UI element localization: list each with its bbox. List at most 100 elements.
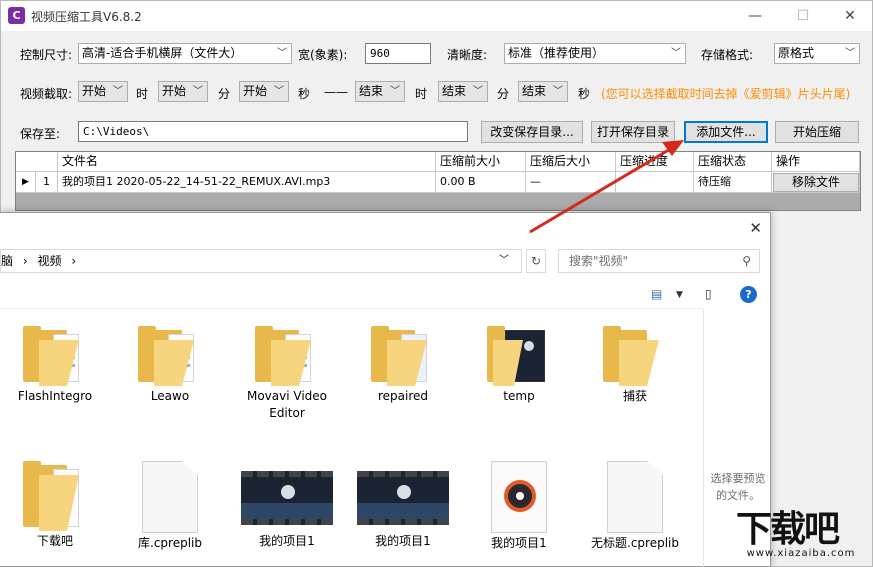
search-icon[interactable]: ⚲: [742, 250, 751, 272]
breadcrumb-videos[interactable]: 视频: [37, 254, 61, 268]
file-item-label: 捕获: [622, 389, 647, 403]
width-label: 宽(象素):: [298, 48, 348, 62]
chevron-down-icon: ﹀: [390, 86, 400, 97]
chevron-down-icon: ﹀: [845, 48, 855, 59]
start-hour-select[interactable]: 开始 ﹀: [78, 81, 128, 102]
search-input[interactable]: 搜索"视频" ⚲: [558, 249, 760, 273]
hour-label-2: 时: [415, 87, 428, 101]
start-hour-value: 开始: [82, 84, 107, 98]
view-mode-icon[interactable]: ▤: [651, 287, 662, 301]
file-item-cpreplib[interactable]: 库.cpreplib: [120, 461, 220, 552]
file-item-label: Movavi Video Editor: [246, 389, 328, 420]
hour-label: 时: [136, 87, 149, 101]
app-icon: C: [8, 7, 25, 24]
document-icon: [142, 461, 198, 533]
file-item-label: 我的项目1: [491, 536, 547, 550]
size-label: 控制尺寸:: [20, 48, 73, 62]
preview-pane-icon[interactable]: ▯: [705, 287, 712, 301]
row-size-after: —: [526, 172, 616, 193]
second-label: 秒: [298, 87, 311, 101]
refresh-button[interactable]: ↻: [526, 249, 546, 273]
row-index: 1: [36, 172, 58, 193]
help-icon[interactable]: ?: [740, 286, 757, 303]
watermark-text: 下载吧: [736, 509, 840, 550]
file-item-audio[interactable]: 我的项目1: [469, 461, 569, 552]
file-item-label: 无标题.cpreplib: [591, 536, 679, 550]
file-item-untitled-cpreplib[interactable]: 无标题.cpreplib: [585, 461, 685, 552]
size-select-value: 高清-适合手机横屏（文件大）: [82, 46, 243, 60]
divider-vertical: [703, 309, 704, 567]
file-item-label: 我的项目1: [259, 534, 315, 548]
close-button[interactable]: ✕: [827, 1, 873, 31]
chevron-down-icon: ﹀: [113, 86, 123, 97]
end-hour-select[interactable]: 结束 ﹀: [355, 81, 405, 102]
width-input[interactable]: 960: [365, 43, 431, 64]
start-compress-button[interactable]: 开始压缩: [775, 121, 859, 143]
address-bar[interactable]: 脑 › 视频 › ﹀: [0, 249, 522, 273]
trim-hint: (您可以选择截取时间去掉《爱剪辑》片头片尾): [601, 87, 851, 101]
file-item-label: temp: [503, 389, 535, 403]
file-item-temp[interactable]: temp: [469, 326, 569, 405]
document-icon: [607, 461, 663, 533]
minute-label-2: 分: [497, 87, 510, 101]
chevron-down-icon: ﹀: [277, 48, 287, 59]
file-item-xiazaiba[interactable]: 下载吧: [5, 461, 105, 550]
file-item-video-2[interactable]: 我的项目1: [353, 461, 453, 550]
change-dir-button[interactable]: 改变保存目录...: [481, 121, 583, 143]
clarity-select[interactable]: 标准（推荐使用） ﹀: [504, 43, 686, 64]
clarity-label: 清晰度:: [447, 48, 488, 62]
file-item-label: FlashIntegro: [17, 389, 93, 403]
trim-label: 视频截取:: [20, 87, 73, 101]
file-item-repaired[interactable]: repaired: [353, 326, 453, 405]
end-second-select[interactable]: 结束 ﹀: [518, 81, 568, 102]
folder-ie-icon: [371, 326, 435, 386]
file-item-label: repaired: [377, 389, 429, 403]
file-item-movavi[interactable]: Movavi Video Editor: [237, 326, 337, 422]
file-item-leawo[interactable]: Leawo: [120, 326, 220, 405]
file-item-label: 下载吧: [36, 534, 73, 548]
start-second-select[interactable]: 开始 ﹀: [239, 81, 289, 102]
header-progress[interactable]: 压缩进度: [616, 152, 694, 172]
trim-dash: ——: [324, 85, 348, 99]
file-dialog: ✕ 脑 › 视频 › ﹀ ↻ 搜索"视频" ⚲ ▤ ▼ ▯ ? 选择要预览的文件…: [0, 212, 771, 567]
size-select[interactable]: 高清-适合手机横屏（文件大） ﹀: [78, 43, 292, 64]
file-item-label: Leawo: [150, 389, 190, 403]
chevron-down-icon[interactable]: ﹀: [499, 250, 509, 272]
file-item-video-1[interactable]: 我的项目1: [237, 461, 337, 550]
header-action[interactable]: 操作: [772, 152, 860, 172]
file-item-flashintegro[interactable]: FlashIntegro: [5, 326, 105, 405]
chevron-down-icon: ﹀: [193, 86, 203, 97]
add-file-button[interactable]: 添加文件...: [684, 121, 768, 143]
table-header: 文件名 压缩前大小 压缩后大小 压缩进度 压缩状态 操作: [16, 152, 860, 172]
remove-file-button[interactable]: 移除文件: [773, 173, 859, 192]
row-file-name: 我的项目1 2020-05-22_14-51-22_REMUX.AVI.mp3: [58, 172, 436, 193]
header-after[interactable]: 压缩后大小: [526, 152, 616, 172]
file-table: 文件名 压缩前大小 压缩后大小 压缩进度 压缩状态 操作 ▶ 1 我的项目1 2…: [15, 151, 861, 211]
end-minute-select[interactable]: 结束 ﹀: [438, 81, 488, 102]
start-minute-value: 开始: [162, 84, 187, 98]
breadcrumb-pc[interactable]: 脑: [1, 254, 13, 268]
open-dir-button[interactable]: 打开保存目录: [591, 121, 675, 143]
header-name[interactable]: 文件名: [58, 152, 436, 172]
row-status: 待压缩: [694, 172, 772, 193]
chevron-down-icon: ﹀: [274, 86, 284, 97]
view-dropdown-icon[interactable]: ▼: [676, 290, 683, 300]
dialog-close-button[interactable]: ✕: [749, 219, 762, 237]
title-bar: C 视频压缩工具V6.8.2 — ☐ ✕: [1, 1, 872, 31]
divider: [0, 308, 703, 309]
minimize-button[interactable]: —: [732, 1, 778, 31]
table-row[interactable]: ▶ 1 我的项目1 2020-05-22_14-51-22_REMUX.AVI.…: [16, 172, 860, 193]
header-before[interactable]: 压缩前大小: [436, 152, 526, 172]
format-select[interactable]: 原格式 ﹀: [774, 43, 860, 64]
save-path-input[interactable]: C:\Videos\: [78, 121, 468, 142]
end-minute-value: 结束: [442, 84, 467, 98]
header-status[interactable]: 压缩状态: [694, 152, 772, 172]
search-placeholder: 搜索"视频": [569, 254, 629, 268]
start-second-value: 开始: [243, 84, 268, 98]
file-item-capture[interactable]: 捕获: [585, 326, 685, 405]
video-thumbnail-icon: [357, 471, 449, 525]
row-marker: ▶: [16, 172, 36, 193]
start-minute-select[interactable]: 开始 ﹀: [158, 81, 208, 102]
maximize-button[interactable]: ☐: [780, 1, 826, 31]
video-thumbnail-icon: [241, 471, 333, 525]
